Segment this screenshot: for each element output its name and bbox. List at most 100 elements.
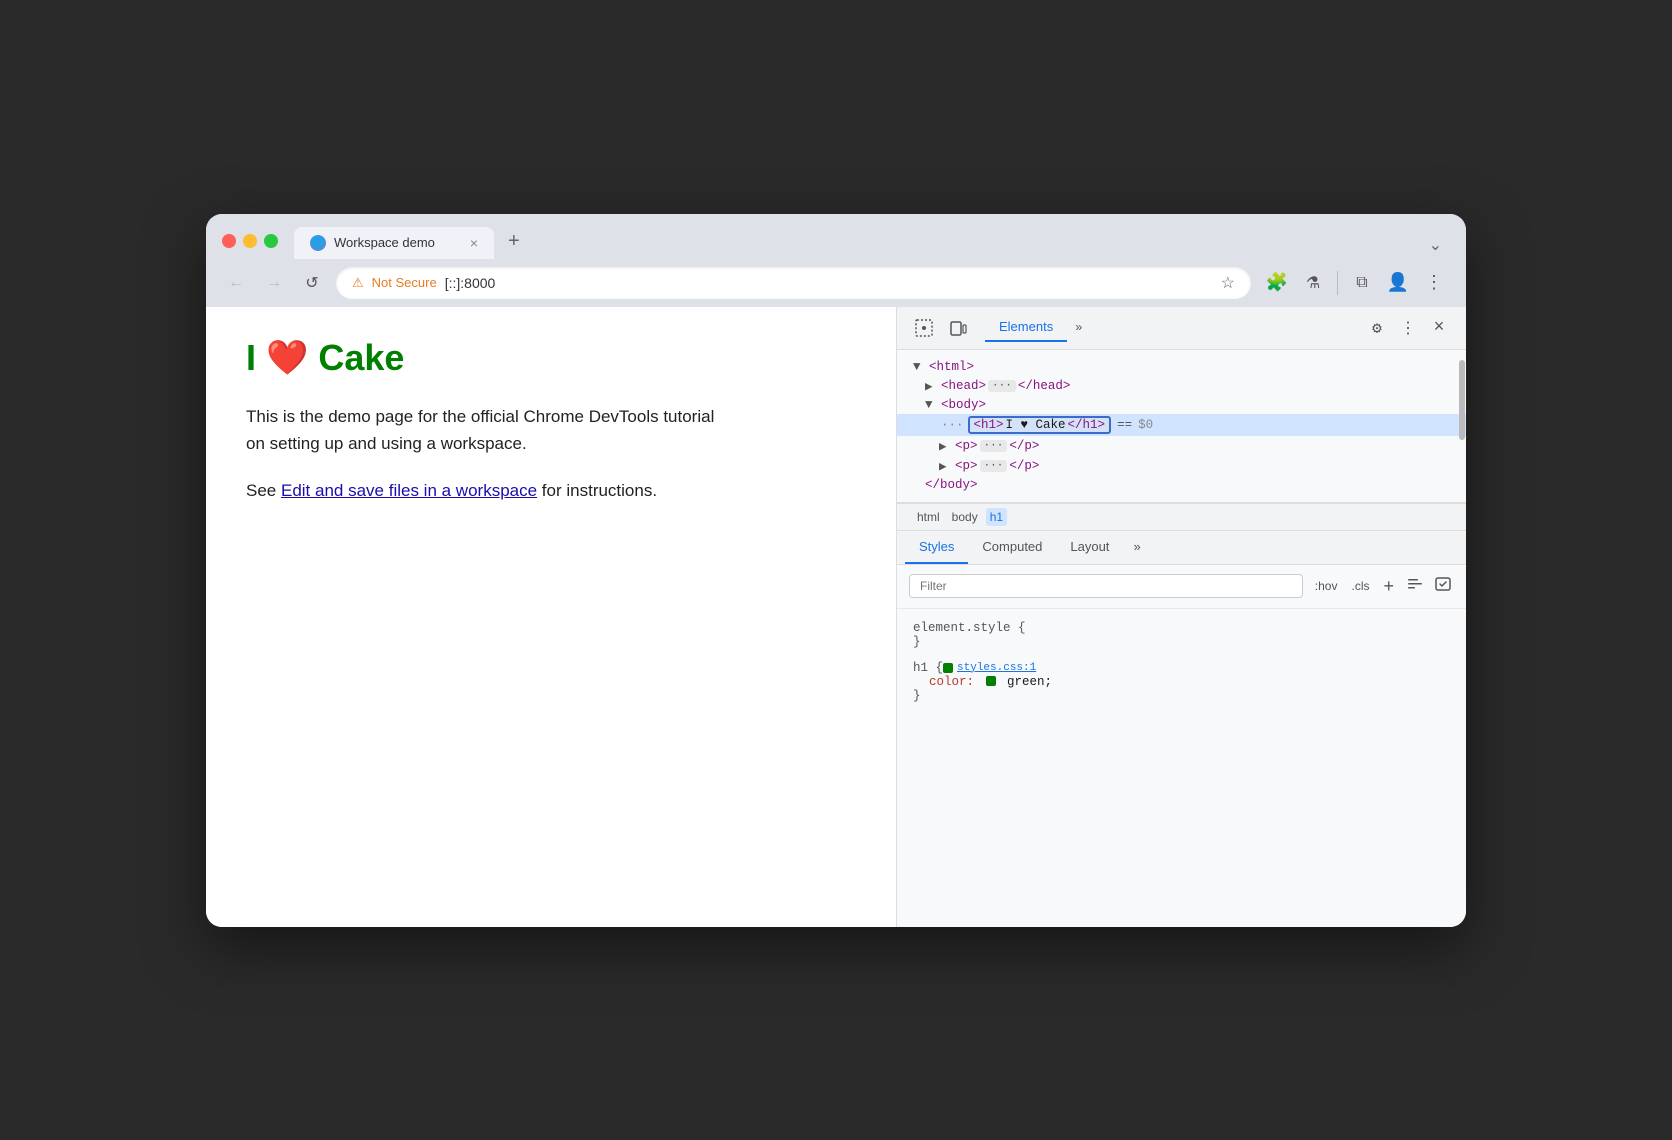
styles-filter-bar: :hov .cls + (897, 565, 1466, 609)
filter-computed-icon[interactable] (1404, 573, 1426, 600)
forward-button[interactable]: → (260, 269, 288, 297)
styles-tab-layout[interactable]: Layout (1056, 531, 1123, 564)
filter-hov-button[interactable]: :hov (1311, 577, 1342, 595)
devtools-tab-elements[interactable]: Elements (985, 313, 1067, 342)
url-right-icons: ☆ (1221, 273, 1235, 293)
devtools-settings-button[interactable]: ⚙ (1362, 313, 1392, 343)
devtools-more-button[interactable]: ⋮ (1396, 313, 1420, 343)
tab-favicon: 🌐 (310, 235, 326, 251)
body-paragraph-1: This is the demo page for the official C… (246, 403, 726, 457)
dom-tag-body: <body> (941, 398, 986, 412)
devtools-tab-list: Elements » (985, 313, 1090, 342)
workspace-link[interactable]: Edit and save files in a workspace (281, 481, 537, 500)
styles-tab-computed[interactable]: Computed (968, 531, 1056, 564)
active-tab[interactable]: 🌐 Workspace demo × (294, 227, 494, 259)
devtools-toolbar: Elements » ⚙ ⋮ × (897, 307, 1466, 350)
devtools-body: ▼ <html> ▶ <head> ··· </head> ▼ (897, 350, 1466, 927)
tab-title: Workspace demo (334, 235, 435, 250)
css-close-brace-1: } (913, 635, 921, 649)
styles-filter-input[interactable] (909, 574, 1303, 598)
css-green-dot (943, 663, 953, 673)
security-warning-icon: ⚠ (352, 275, 364, 291)
css-element-style-selector: element.style { (913, 621, 1450, 635)
dom-toggle-html[interactable]: ▼ (913, 360, 925, 374)
dom-line-body-close[interactable]: </body> (897, 476, 1466, 494)
css-color-property: color: (929, 675, 974, 689)
dom-tag-body-close: </body> (925, 478, 978, 492)
reload-button[interactable]: ↺ (298, 269, 326, 297)
filter-add-button[interactable]: + (1379, 574, 1398, 599)
back-button[interactable]: ← (222, 269, 250, 297)
breadcrumb-html[interactable]: html (913, 508, 944, 526)
devtools-close-button[interactable]: × (1424, 313, 1454, 343)
new-tab-button[interactable]: + (498, 224, 530, 259)
extensions-icon[interactable]: 🧩 (1261, 267, 1293, 299)
breadcrumb-body[interactable]: body (948, 508, 982, 526)
traffic-lights (222, 234, 278, 248)
css-source-filename: styles.css:1 (957, 662, 1036, 674)
tab-menu-button[interactable]: ⌄ (1421, 231, 1450, 259)
toolbar-icons: 🧩 ⚗ ⧉ 👤 ⋮ (1261, 267, 1450, 299)
css-h1-source-link[interactable]: styles.css:1 (943, 662, 1036, 674)
css-rules-panel: element.style { } h1 { (897, 609, 1466, 927)
dom-equals-sign: == (1117, 418, 1132, 432)
body-text-2-suffix: for instructions. (537, 481, 657, 500)
css-color-swatch[interactable] (986, 676, 996, 686)
styles-tab-styles[interactable]: Styles (905, 531, 968, 564)
experiments-icon[interactable]: ⚗ (1297, 267, 1329, 299)
dom-toggle-head[interactable]: ▶ (925, 378, 937, 394)
dom-scrollbar[interactable] (1458, 350, 1466, 502)
security-label: Not Secure (372, 275, 437, 290)
split-icon[interactable]: ⧉ (1346, 267, 1378, 299)
maximize-button[interactable] (264, 234, 278, 248)
filter-cls-button[interactable]: .cls (1347, 577, 1373, 595)
dom-dollar: $0 (1138, 418, 1153, 432)
dom-line-body[interactable]: ▼ <body> (897, 396, 1466, 414)
styles-tabs-more[interactable]: » (1125, 531, 1148, 564)
inspect-element-button[interactable] (909, 313, 939, 343)
dom-line-html[interactable]: ▼ <html> (897, 358, 1466, 376)
filter-toggle-icon[interactable] (1432, 573, 1454, 600)
profile-icon[interactable]: 👤 (1382, 267, 1414, 299)
breadcrumb-h1[interactable]: h1 (986, 508, 1007, 526)
dom-line-p1[interactable]: ▶ <p> ··· </p> (897, 436, 1466, 456)
page-heading: I ❤️ Cake (246, 337, 856, 379)
dom-toggle-body[interactable]: ▼ (925, 398, 937, 412)
styles-tab-bar: Styles Computed Layout » (897, 531, 1466, 565)
body-text-2-prefix: See (246, 481, 281, 500)
dom-line-h1[interactable]: ··· <h1>I ♥ Cake</h1> == $0 (897, 414, 1466, 436)
styles-filter-buttons: :hov .cls + (1311, 573, 1454, 600)
dom-tag-p1-close: </p> (1009, 439, 1039, 453)
dom-line-p2[interactable]: ▶ <p> ··· </p> (897, 456, 1466, 476)
dom-ellipsis-p2[interactable]: ··· (980, 460, 1008, 472)
tab-close-button[interactable]: × (470, 235, 478, 251)
chrome-menu-button[interactable]: ⋮ (1418, 267, 1450, 299)
tab-area: 🌐 Workspace demo × + ⌄ (294, 224, 1450, 259)
dom-tag-head-open: <head> (941, 379, 986, 393)
devtools-panel: Elements » ⚙ ⋮ × ▼ <html> (896, 307, 1466, 927)
css-h1-close: } (913, 689, 1450, 703)
toolbar-separator (1337, 271, 1338, 295)
heart-icon: ❤️ (266, 338, 308, 378)
url-bar[interactable]: ⚠ Not Secure [::]:8000 ☆ (336, 267, 1251, 299)
dom-section: ▼ <html> ▶ <head> ··· </head> ▼ (897, 350, 1466, 503)
url-text: [::]:8000 (445, 275, 496, 291)
dom-line-head[interactable]: ▶ <head> ··· </head> (897, 376, 1466, 396)
device-toggle-button[interactable] (943, 313, 973, 343)
dom-ellipsis-p1[interactable]: ··· (980, 440, 1008, 452)
minimize-button[interactable] (243, 234, 257, 248)
breadcrumb-bar: html body h1 (897, 503, 1466, 531)
devtools-tabs-more[interactable]: » (1067, 315, 1090, 341)
dom-tag-head-close: </head> (1018, 379, 1071, 393)
dom-toggle-p1[interactable]: ▶ (939, 438, 951, 454)
dom-toggle-p2[interactable]: ▶ (939, 458, 951, 474)
bookmark-icon[interactable]: ☆ (1221, 273, 1235, 293)
css-h1-color-rule: color: green; (913, 675, 1450, 689)
close-button[interactable] (222, 234, 236, 248)
dom-tree: ▼ <html> ▶ <head> ··· </head> ▼ (897, 350, 1466, 502)
body-paragraph-2: See Edit and save files in a workspace f… (246, 477, 726, 504)
css-h1-selector: h1 { (913, 661, 943, 675)
dom-ellipsis-head[interactable]: ··· (988, 380, 1016, 392)
css-element-style-block: element.style { } (897, 617, 1466, 657)
heading-text-i: I (246, 337, 256, 379)
